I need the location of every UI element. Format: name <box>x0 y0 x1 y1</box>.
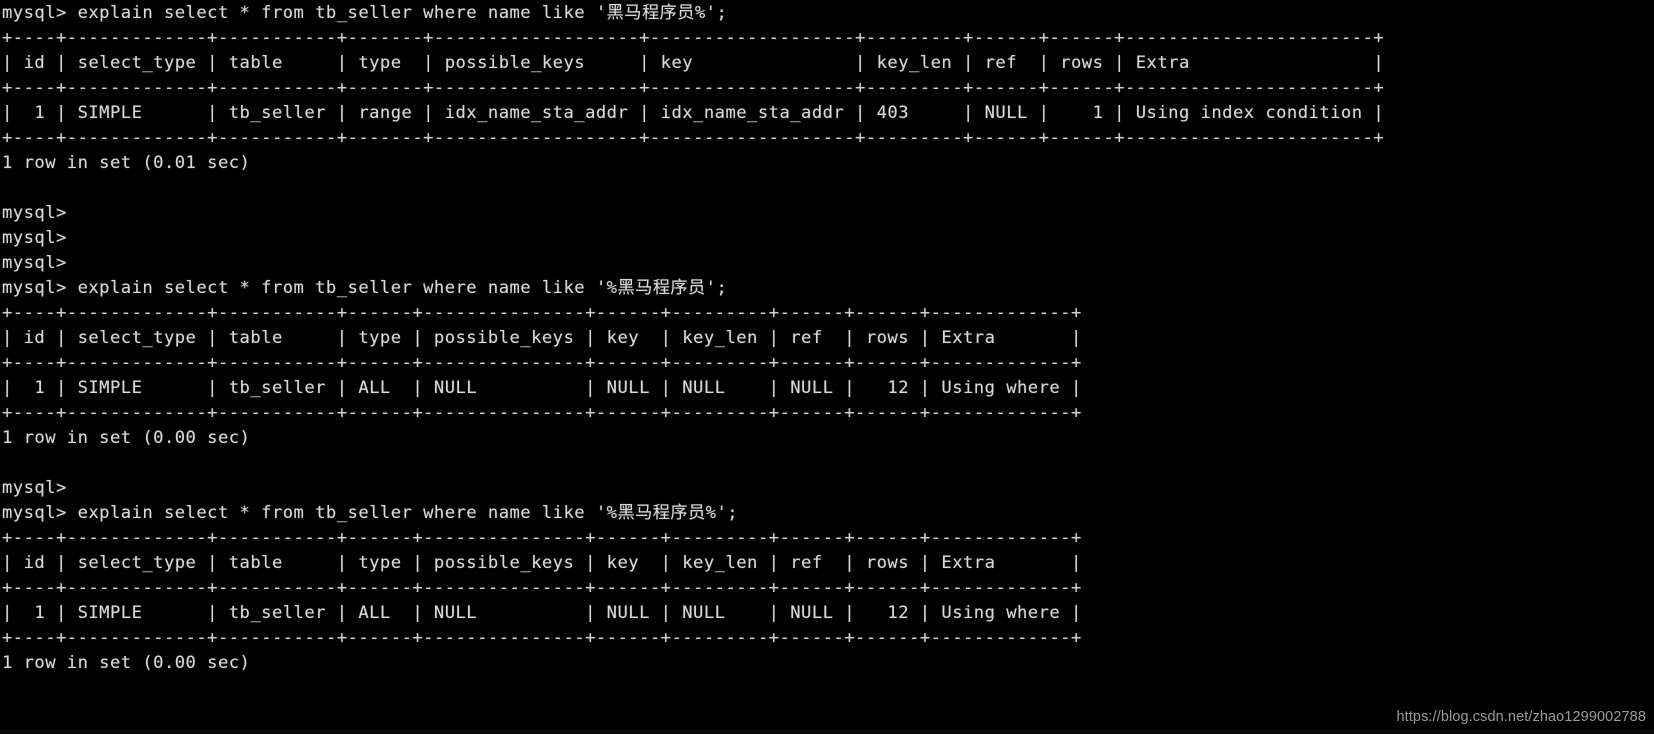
terminal-line: mysql> <box>2 253 67 273</box>
terminal-line: mysql> <box>2 228 67 248</box>
terminal-line: mysql> explain select * from tb_seller w… <box>2 3 728 23</box>
terminal-line: | 1 | SIMPLE | tb_seller | range | idx_n… <box>2 103 1385 123</box>
terminal-line: mysql> <box>2 478 67 498</box>
terminal-line: | id | select_type | table | type | poss… <box>2 53 1385 73</box>
terminal-line: +----+-------------+-----------+-------+… <box>2 28 1385 48</box>
terminal-line: +----+-------------+-----------+-------+… <box>2 128 1385 148</box>
terminal-window[interactable]: mysql> explain select * from tb_seller w… <box>0 0 1654 734</box>
terminal-line: mysql> explain select * from tb_seller w… <box>2 503 739 523</box>
terminal-line: 1 row in set (0.01 sec) <box>2 153 251 173</box>
terminal-line: +----+-------------+-----------+-------+… <box>2 78 1385 98</box>
terminal-output-area[interactable]: mysql> explain select * from tb_seller w… <box>0 1 1654 676</box>
terminal-line: +----+-------------+-----------+------+-… <box>2 353 1082 373</box>
terminal-line: +----+-------------+-----------+------+-… <box>2 528 1082 548</box>
terminal-line: | id | select_type | table | type | poss… <box>2 328 1082 348</box>
terminal-line: +----+-------------+-----------+------+-… <box>2 578 1082 598</box>
terminal-line: 1 row in set (0.00 sec) <box>2 653 251 673</box>
terminal-line: +----+-------------+-----------+------+-… <box>2 403 1082 423</box>
terminal-line: 1 row in set (0.00 sec) <box>2 428 251 448</box>
terminal-line: | id | select_type | table | type | poss… <box>2 553 1082 573</box>
terminal-line: | 1 | SIMPLE | tb_seller | ALL | NULL | … <box>2 378 1082 398</box>
csdn-watermark: https://blog.csdn.net/zhao1299002788 <box>1396 709 1646 725</box>
bottom-edge-fade <box>0 730 1654 734</box>
terminal-line: | 1 | SIMPLE | tb_seller | ALL | NULL | … <box>2 603 1082 623</box>
terminal-line: mysql> explain select * from tb_seller w… <box>2 278 728 298</box>
terminal-line: mysql> <box>2 203 67 223</box>
terminal-line: +----+-------------+-----------+------+-… <box>2 628 1082 648</box>
terminal-line: +----+-------------+-----------+------+-… <box>2 303 1082 323</box>
